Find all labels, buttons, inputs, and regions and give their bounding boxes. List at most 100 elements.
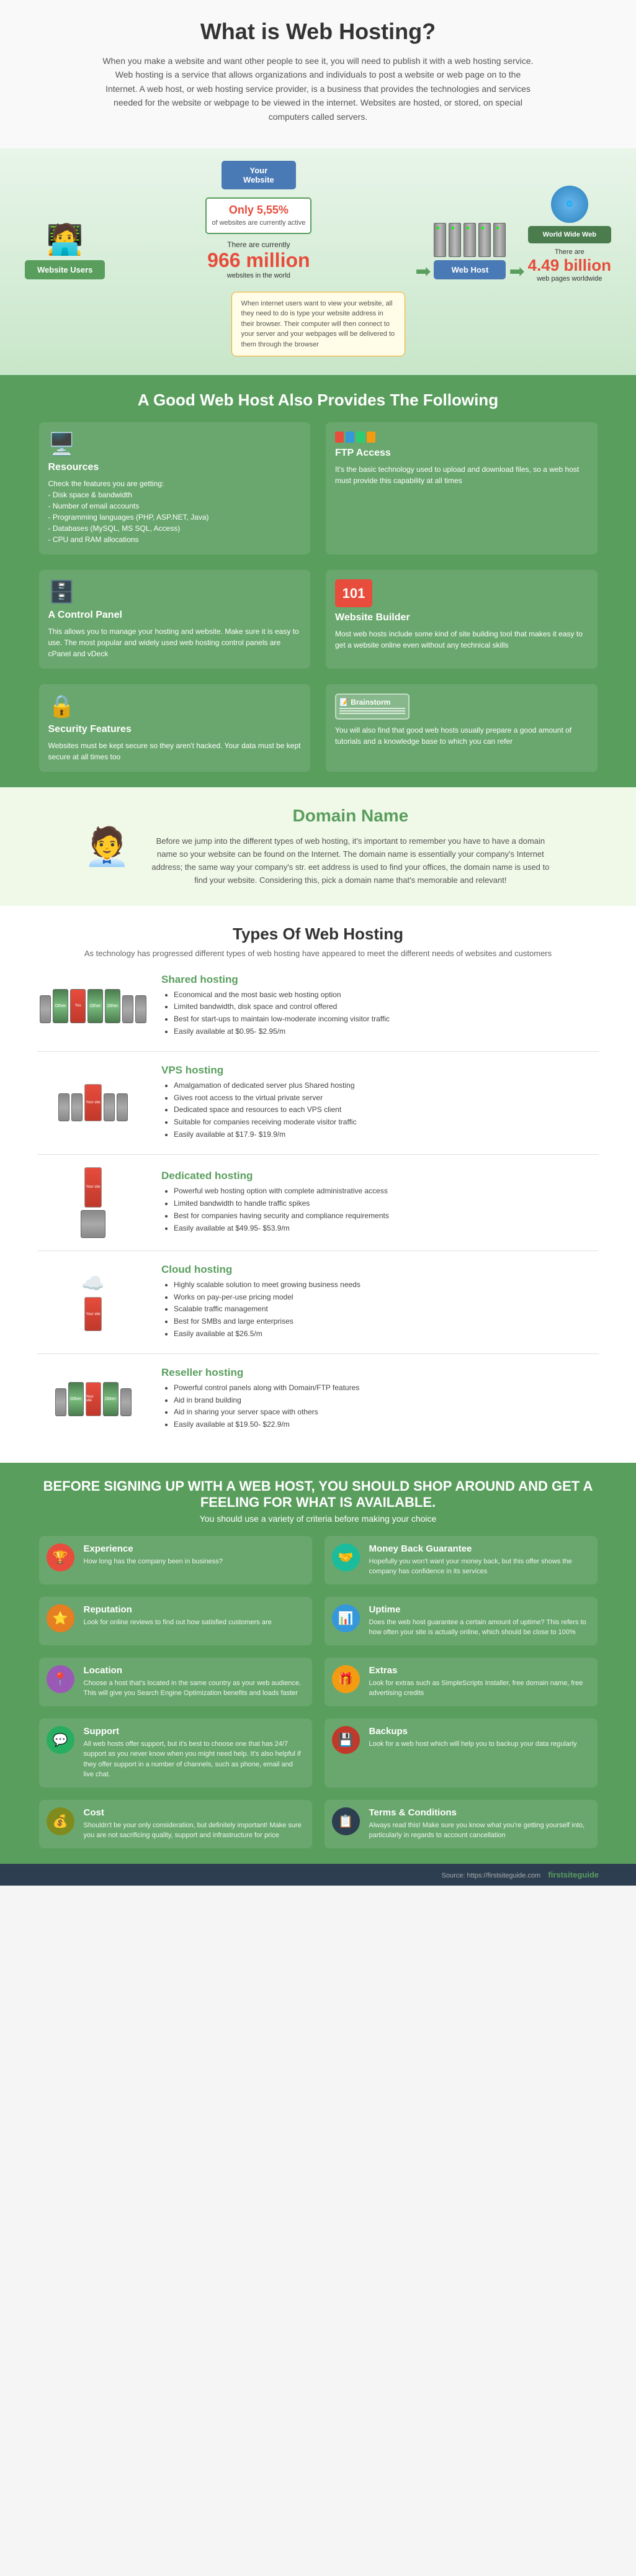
cloud-bullet-2: Works on pay-per-use pricing model xyxy=(174,1292,599,1303)
uptime-title: Uptime xyxy=(369,1604,590,1615)
dedicated-hosting-visual: Your site xyxy=(37,1167,149,1238)
websites-count-area: There are currently 966 million websites… xyxy=(117,240,400,279)
resources-title: Resources xyxy=(48,462,302,473)
rack-unit-5 xyxy=(493,223,506,257)
vps-your-srv: Your site xyxy=(84,1084,102,1121)
reputation-content: Reputation Look for online reviews to fi… xyxy=(84,1604,272,1628)
cloud-bullet-1: Highly scalable solution to meet growing… xyxy=(174,1280,599,1290)
reseller-bullet-2: Aid in brand building xyxy=(174,1395,599,1406)
dedicated-bullet-2: Limited bandwidth to handle traffic spik… xyxy=(174,1198,599,1209)
cloud-bullet-3: Scalable traffic management xyxy=(174,1304,599,1314)
reseller-hosting-name: Reseller hosting xyxy=(161,1367,599,1379)
cost-content: Cost Shouldn't be your only consideratio… xyxy=(84,1807,305,1841)
security-text: Websites must be kept secure so they are… xyxy=(48,740,302,762)
reseller-servers: Other Your site Other xyxy=(55,1382,132,1416)
arrow-icon: ➡ xyxy=(412,261,434,282)
uptime-icon: 📊 xyxy=(332,1604,360,1632)
shared-hosting-row: Other You Other Other Shared hosting Eco… xyxy=(37,974,599,1039)
shared-servers: Other You Other Other xyxy=(40,989,146,1023)
rack-unit-2 xyxy=(449,223,461,257)
ftp-block-1 xyxy=(335,432,344,443)
reseller-hosting-row: Other Your site Other Reseller hosting P… xyxy=(37,1367,599,1432)
before-subtitle: You should use a variety of criteria bef… xyxy=(37,1514,599,1524)
good-host-title: A Good Web Host Also Provides The Follow… xyxy=(37,391,599,410)
srv-gray-1 xyxy=(40,995,51,1023)
resources-icon: 🖥️ xyxy=(48,432,302,457)
cloud-your-srv: Your site xyxy=(84,1297,102,1331)
builder-101-icon: 101 xyxy=(335,579,372,607)
percentage-stat: Only 5,55% xyxy=(229,204,289,216)
www-globe: 🌐 xyxy=(551,186,588,223)
www-label: World Wide Web xyxy=(528,226,611,243)
shared-bullet-2: Limited bandwidth, disk space and contro… xyxy=(174,1001,599,1012)
feature-security: 🔒 Security Features Websites must be kep… xyxy=(39,684,311,772)
explanation-box: When internet users want to view your we… xyxy=(231,292,405,357)
shared-bullet-3: Best for start-ups to maintain low-moder… xyxy=(174,1014,599,1024)
cost-icon: 💰 xyxy=(47,1807,74,1835)
website-builder-text: Most web hosts include some kind of site… xyxy=(335,628,588,651)
shared-hosting-bullets: Economical and the most basic web hostin… xyxy=(161,990,599,1037)
before-title: BEFORE SIGNING UP WITH A WEB HOST, YOU S… xyxy=(37,1478,599,1511)
website-builder-title: Website Builder xyxy=(335,612,588,623)
header-section: What is Web Hosting? When you make a web… xyxy=(0,0,636,148)
reputation-text: Look for online reviews to find out how … xyxy=(84,1617,272,1628)
domain-person-icon: 🧑‍💼 xyxy=(84,825,130,869)
srv-green-other1: Other xyxy=(53,989,68,1023)
support-content: Support All web hosts offer support, but… xyxy=(84,1726,305,1780)
control-panel-title: A Control Panel xyxy=(48,610,302,621)
percentage-box: Only 5,55% of websites are currently act… xyxy=(205,197,311,234)
reseller-other1: Other xyxy=(68,1382,84,1416)
vps-bullet-1: Amalgamation of dedicated server plus Sh… xyxy=(174,1080,599,1091)
srv-green-other2: Other xyxy=(87,989,103,1023)
sep-2 xyxy=(37,1154,599,1155)
criteria-extras: 🎁 Extras Look for extras such as SimpleS… xyxy=(325,1658,598,1706)
feature-tutorials: 📝 Brainstorm You will also find that goo… xyxy=(326,684,598,772)
cloud-hosting-visual: ☁️ Your site xyxy=(37,1273,149,1331)
criteria-backups: 💾 Backups Look for a web host which will… xyxy=(325,1719,598,1787)
reseller-bullet-4: Easily available at $19.50- $22.9/m xyxy=(174,1419,599,1430)
security-icon: 🔒 xyxy=(48,694,302,719)
support-icon: 💬 xyxy=(47,1726,74,1754)
reputation-title: Reputation xyxy=(84,1604,272,1615)
vps-gray-2 xyxy=(71,1093,83,1121)
srv-gray-2 xyxy=(122,995,133,1023)
web-host-label: Web Host xyxy=(434,260,506,279)
vps-hosting-visual: Your site xyxy=(37,1084,149,1121)
money-back-content: Money Back Guarantee Hopefully you won't… xyxy=(369,1543,590,1577)
location-title: Location xyxy=(84,1665,305,1676)
cost-title: Cost xyxy=(84,1807,305,1818)
infographic: What is Web Hosting? When you make a web… xyxy=(0,0,636,1886)
cloud-hosting-name: Cloud hosting xyxy=(161,1263,599,1276)
vps-hosting-name: VPS hosting xyxy=(161,1064,599,1077)
criteria-grid: 🏆 Experience How long has the company be… xyxy=(39,1536,598,1848)
criteria-money-back: 🤝 Money Back Guarantee Hopefully you won… xyxy=(325,1536,598,1584)
support-title: Support xyxy=(84,1726,305,1737)
backups-text: Look for a web host which will help you … xyxy=(369,1739,577,1750)
cloud-servers: ☁️ Your site xyxy=(81,1273,104,1331)
internet-users-label: There are xyxy=(528,248,611,256)
vps-gray-4 xyxy=(117,1093,128,1121)
terms-icon: 📋 xyxy=(332,1807,360,1835)
ftp-blocks xyxy=(335,432,588,443)
money-back-title: Money Back Guarantee xyxy=(369,1543,590,1554)
criteria-terms: 📋 Terms & Conditions Always read this! M… xyxy=(325,1800,598,1848)
dedicated-servers: Your site xyxy=(81,1167,105,1238)
dedicated-bullet-1: Powerful web hosting option with complet… xyxy=(174,1186,599,1196)
shared-hosting-content: Shared hosting Economical and the most b… xyxy=(161,974,599,1039)
domain-section: 🧑‍💼 Domain Name Before we jump into the … xyxy=(0,787,636,905)
shared-hosting-name: Shared hosting xyxy=(161,974,599,986)
websites-count: 966 million xyxy=(117,249,400,272)
vps-bullet-5: Easily available at $17.9- $19.9/m xyxy=(174,1129,599,1140)
location-icon: 📍 xyxy=(47,1665,74,1693)
vps-servers: Your site xyxy=(58,1084,128,1121)
internet-users-area: There are 4.49 billion web pages worldwi… xyxy=(528,248,611,282)
ftp-block-2 xyxy=(346,432,354,443)
dedicated-hosting-bullets: Powerful web hosting option with complet… xyxy=(161,1186,599,1233)
arrow-icon-2: ➡ xyxy=(506,261,527,282)
dedicated-hosting-name: Dedicated hosting xyxy=(161,1170,599,1182)
websites-currently-label: There are currently xyxy=(117,240,400,249)
sep-1 xyxy=(37,1051,599,1052)
tutorials-text: You will also find that good web hosts u… xyxy=(335,725,588,747)
internet-users-sub: web pages worldwide xyxy=(528,275,611,282)
websites-sub: websites in the world xyxy=(117,272,400,279)
